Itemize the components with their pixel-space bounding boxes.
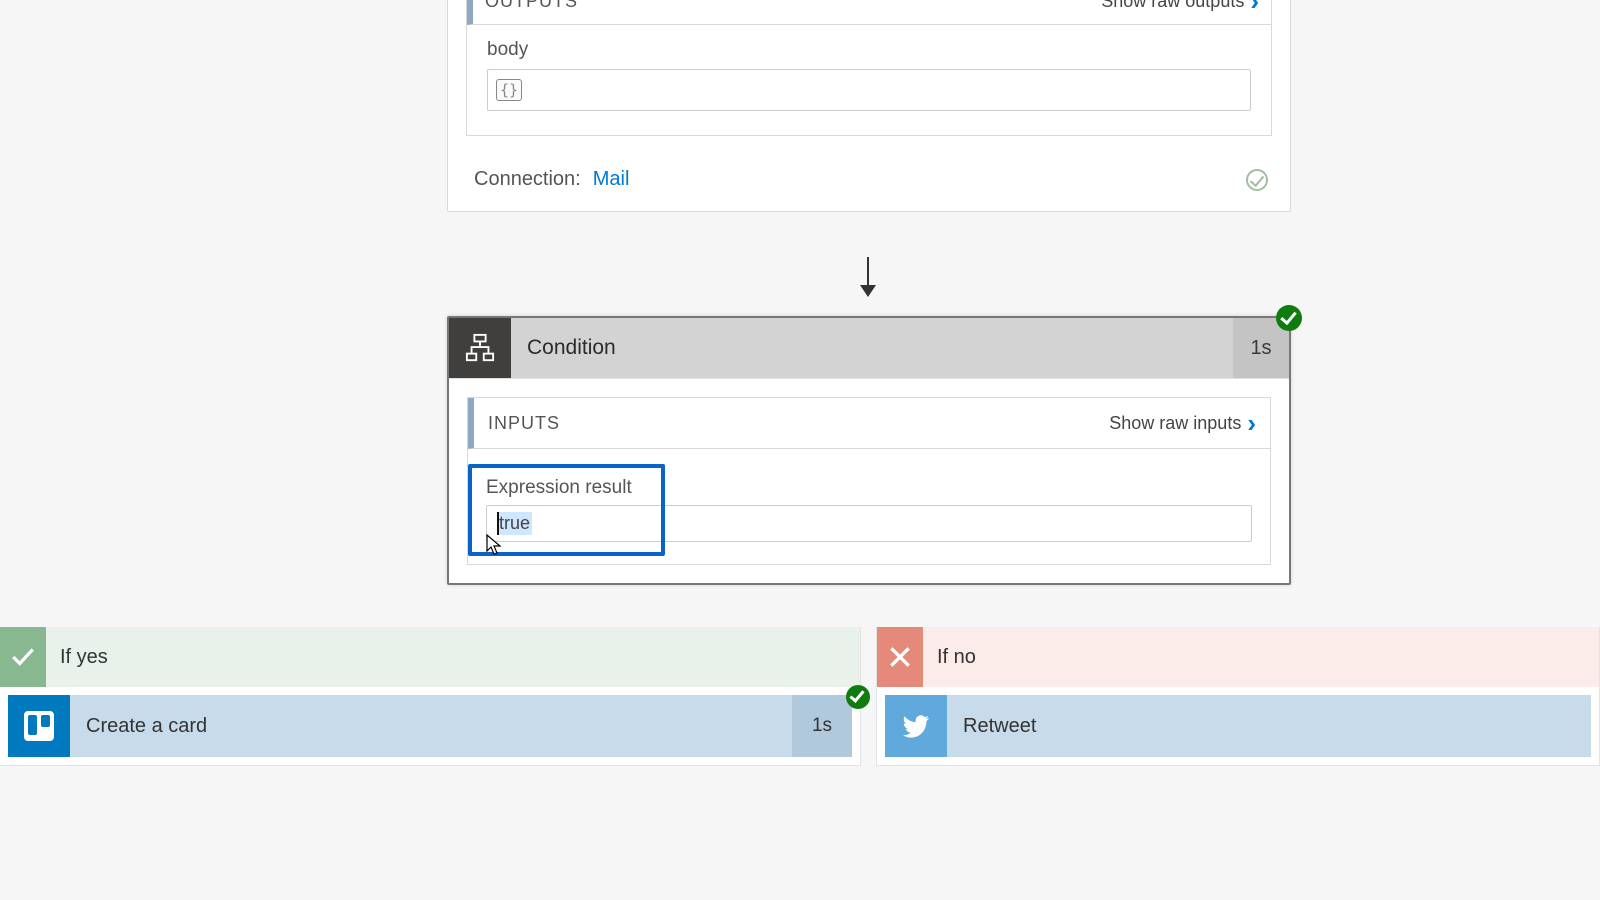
if-no-action-row: Retweet [877,695,1599,757]
condition-title: Condition [511,318,1233,378]
if-yes-action-row: Create a card 1s [0,695,860,757]
previous-step-card: OUTPUTS Show raw outputs › body {} Conne… [447,0,1291,212]
if-yes-header[interactable]: If yes [0,627,860,687]
retweet-label: Retweet [947,695,1591,757]
show-raw-outputs-label: Show raw outputs [1101,0,1244,12]
if-yes-branch: If yes Create a card 1s [0,627,861,766]
inputs-section: INPUTS Show raw inputs › Expression resu… [467,397,1271,565]
body-field[interactable]: {} [487,69,1251,111]
success-badge-icon [846,685,870,709]
show-raw-inputs-label: Show raw inputs [1109,413,1241,434]
expression-result-label: Expression result [486,477,1252,499]
condition-icon [449,318,511,378]
flow-arrow-icon [867,257,869,295]
inputs-header: INPUTS Show raw inputs › [468,398,1270,449]
twitter-icon [885,695,947,757]
condition-body: INPUTS Show raw inputs › Expression resu… [449,379,1289,583]
show-raw-inputs-link[interactable]: Show raw inputs › [1109,410,1256,436]
outputs-header: OUTPUTS Show raw outputs › [467,0,1271,25]
chevron-right-icon: › [1247,410,1256,436]
outputs-section: OUTPUTS Show raw outputs › body {} [466,0,1272,136]
x-icon [877,627,923,687]
outputs-body: body {} [467,25,1271,135]
create-card-duration: 1s [792,695,852,757]
condition-step-card[interactable]: Condition 1s INPUTS Show raw inputs › Ex… [447,316,1291,585]
create-card-label: Create a card [70,695,792,757]
body-label: body [487,39,1251,61]
if-no-branch: If no Retweet [876,627,1600,766]
retweet-action[interactable]: Retweet [885,695,1591,757]
connection-label: Connection: [474,168,581,191]
if-yes-label: If yes [46,627,108,687]
trello-icon [8,695,70,757]
connection-ok-icon [1246,169,1268,191]
chevron-right-icon: › [1250,0,1259,14]
create-card-action[interactable]: Create a card 1s [8,695,852,757]
show-raw-outputs-link[interactable]: Show raw outputs › [1101,0,1259,14]
checkmark-icon [0,627,46,687]
success-badge-icon [1276,305,1302,331]
json-object-icon: {} [496,79,522,101]
if-no-header[interactable]: If no [877,627,1599,687]
expression-result-value: true [497,512,532,535]
expression-result-field[interactable]: true [486,505,1252,542]
connection-link[interactable]: Mail [593,168,630,191]
if-no-label: If no [923,627,976,687]
inputs-title: INPUTS [488,413,560,434]
outputs-title: OUTPUTS [485,0,578,12]
condition-header[interactable]: Condition 1s [449,318,1289,379]
connection-row: Connection: Mail [448,154,1290,211]
inputs-body: Expression result true [468,449,1270,564]
